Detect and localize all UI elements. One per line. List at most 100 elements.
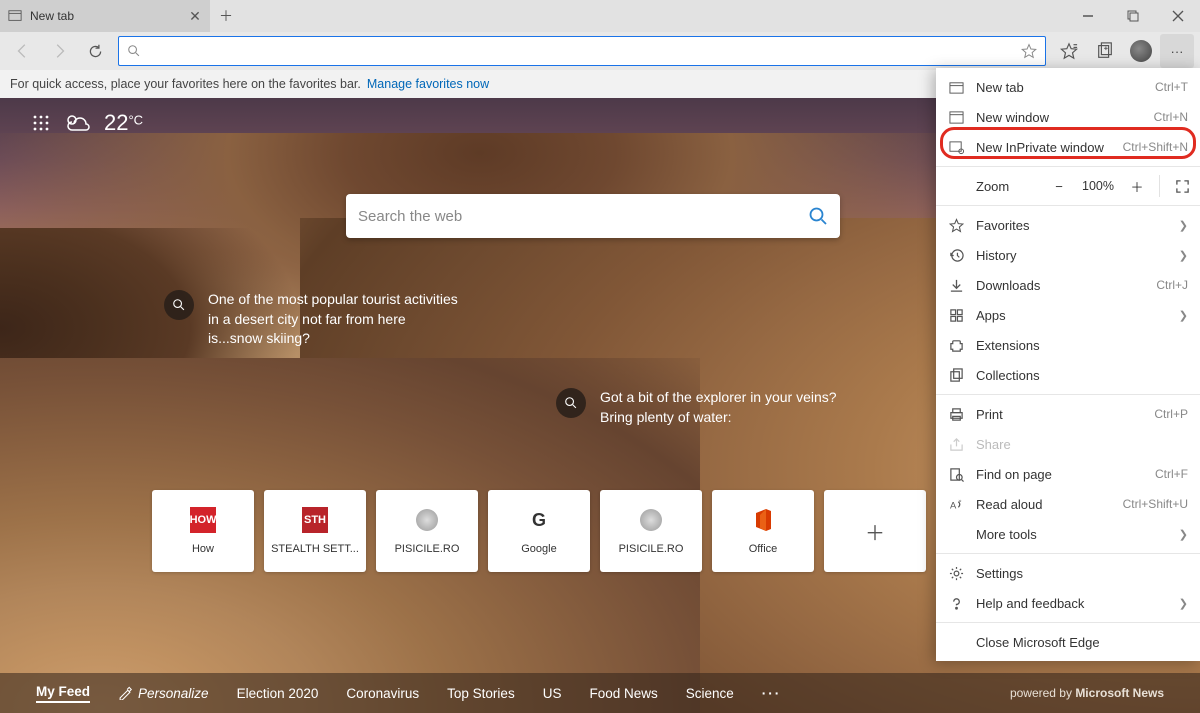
info-hint-2[interactable]: Got a bit of the explorer in your veins?… [556, 388, 840, 427]
svg-text:»: » [958, 498, 961, 504]
menu-apps[interactable]: Apps ❯ [936, 300, 1200, 330]
tab-close-icon[interactable]: ✕ [188, 9, 202, 23]
collections-icon [948, 367, 964, 383]
favorites-hint: For quick access, place your favorites h… [10, 77, 361, 91]
tile-stealth[interactable]: STHSTEALTH SETT... [264, 490, 366, 572]
back-button[interactable] [6, 34, 40, 68]
search-icon[interactable] [808, 206, 828, 226]
titlebar: New tab ✕ ＋ [0, 0, 1200, 32]
tab-title: New tab [30, 9, 180, 23]
chevron-right-icon: ❯ [1179, 219, 1188, 232]
star-icon [948, 217, 964, 233]
feed-top-stories[interactable]: Top Stories [447, 686, 515, 701]
window-controls [1065, 0, 1200, 32]
plus-icon: ＋ [865, 517, 885, 546]
feed-food[interactable]: Food News [589, 686, 657, 701]
menu-help[interactable]: Help and feedback ❯ [936, 588, 1200, 618]
tab-favicon-icon [8, 9, 22, 23]
favorites-button[interactable] [1052, 34, 1086, 68]
toolbar: ··· [0, 32, 1200, 70]
share-icon [948, 436, 964, 452]
menu-extensions[interactable]: Extensions [936, 330, 1200, 360]
new-tab-icon [948, 79, 964, 95]
feed-us[interactable]: US [543, 686, 562, 701]
quick-links: HOWHow STHSTEALTH SETT... PISICILE.RO GG… [152, 490, 926, 572]
gear-icon [948, 565, 964, 581]
feed-election[interactable]: Election 2020 [237, 686, 319, 701]
menu-collections[interactable]: Collections [936, 360, 1200, 390]
maximize-button[interactable] [1110, 0, 1155, 32]
window-icon [948, 109, 964, 125]
chevron-right-icon: ❯ [1179, 597, 1188, 610]
extensions-icon [948, 337, 964, 353]
content-header: 22°C [32, 110, 143, 136]
browser-tab[interactable]: New tab ✕ [0, 0, 210, 32]
address-bar[interactable] [118, 36, 1046, 66]
menu-close-edge[interactable]: Close Microsoft Edge [936, 627, 1200, 657]
menu-find[interactable]: Find on page Ctrl+F [936, 459, 1200, 489]
temperature[interactable]: 22°C [104, 110, 143, 136]
chevron-right-icon: ❯ [1179, 249, 1188, 262]
address-input[interactable] [147, 44, 1015, 59]
history-icon [948, 247, 964, 263]
zoom-label: Zoom [948, 179, 1037, 194]
forward-button[interactable] [42, 34, 76, 68]
favorite-star-icon[interactable] [1021, 43, 1037, 59]
minimize-button[interactable] [1065, 0, 1110, 32]
menu-settings[interactable]: Settings [936, 558, 1200, 588]
menu-read-aloud[interactable]: A» Read aloud Ctrl+Shift+U [936, 489, 1200, 519]
tile-add[interactable]: ＋ [824, 490, 926, 572]
avatar [1130, 40, 1152, 62]
apps-icon [948, 307, 964, 323]
zoom-value: 100% [1081, 179, 1115, 193]
tile-pisicile-2[interactable]: PISICILE.RO [600, 490, 702, 572]
feed-science[interactable]: Science [686, 686, 734, 701]
menu-more-tools[interactable]: More tools ❯ [936, 519, 1200, 549]
web-search-box[interactable] [346, 194, 840, 238]
help-icon [948, 595, 964, 611]
feed-more-icon[interactable]: ··· [762, 686, 782, 701]
print-icon [948, 406, 964, 422]
feed-personalize[interactable]: Personalize [118, 686, 209, 701]
collections-button[interactable] [1088, 34, 1122, 68]
zoom-in-button[interactable]: ＋ [1121, 170, 1153, 202]
weather-icon[interactable] [64, 112, 90, 134]
read-aloud-icon: A» [948, 496, 964, 512]
powered-by: powered by Microsoft News [1010, 686, 1164, 700]
find-icon [948, 466, 964, 482]
tile-office[interactable]: Office [712, 490, 814, 572]
apps-grid-icon[interactable] [32, 114, 50, 132]
new-tab-button[interactable]: ＋ [210, 0, 242, 32]
info-hint-1[interactable]: One of the most popular tourist activiti… [164, 290, 458, 349]
search-icon [164, 290, 194, 320]
manage-favorites-link[interactable]: Manage favorites now [367, 77, 489, 91]
tile-pisicile-1[interactable]: PISICILE.RO [376, 490, 478, 572]
profile-button[interactable] [1124, 34, 1158, 68]
fullscreen-button[interactable] [1166, 170, 1198, 202]
feed-my-feed[interactable]: My Feed [36, 684, 90, 703]
menu-zoom-row: Zoom − 100% ＋ [936, 167, 1200, 205]
menu-new-inprivate[interactable]: New InPrivate window Ctrl+Shift+N [936, 132, 1200, 162]
feed-coronavirus[interactable]: Coronavirus [346, 686, 419, 701]
zoom-out-button[interactable]: − [1043, 170, 1075, 202]
menu-new-window[interactable]: New window Ctrl+N [936, 102, 1200, 132]
web-search-input[interactable] [358, 208, 808, 225]
search-icon [556, 388, 586, 418]
chevron-right-icon: ❯ [1179, 528, 1188, 541]
menu-print[interactable]: Print Ctrl+P [936, 399, 1200, 429]
menu-favorites[interactable]: Favorites ❯ [936, 210, 1200, 240]
search-icon [127, 44, 141, 58]
settings-menu-button[interactable]: ··· [1160, 34, 1194, 68]
svg-text:A: A [949, 500, 956, 510]
menu-downloads[interactable]: Downloads Ctrl+J [936, 270, 1200, 300]
feed-bar: My Feed Personalize Election 2020 Corona… [0, 673, 1200, 713]
menu-share: Share [936, 429, 1200, 459]
download-icon [948, 277, 964, 293]
tile-google[interactable]: GGoogle [488, 490, 590, 572]
refresh-button[interactable] [78, 34, 112, 68]
menu-history[interactable]: History ❯ [936, 240, 1200, 270]
tile-how[interactable]: HOWHow [152, 490, 254, 572]
chevron-right-icon: ❯ [1179, 309, 1188, 322]
menu-new-tab[interactable]: New tab Ctrl+T [936, 72, 1200, 102]
close-window-button[interactable] [1155, 0, 1200, 32]
